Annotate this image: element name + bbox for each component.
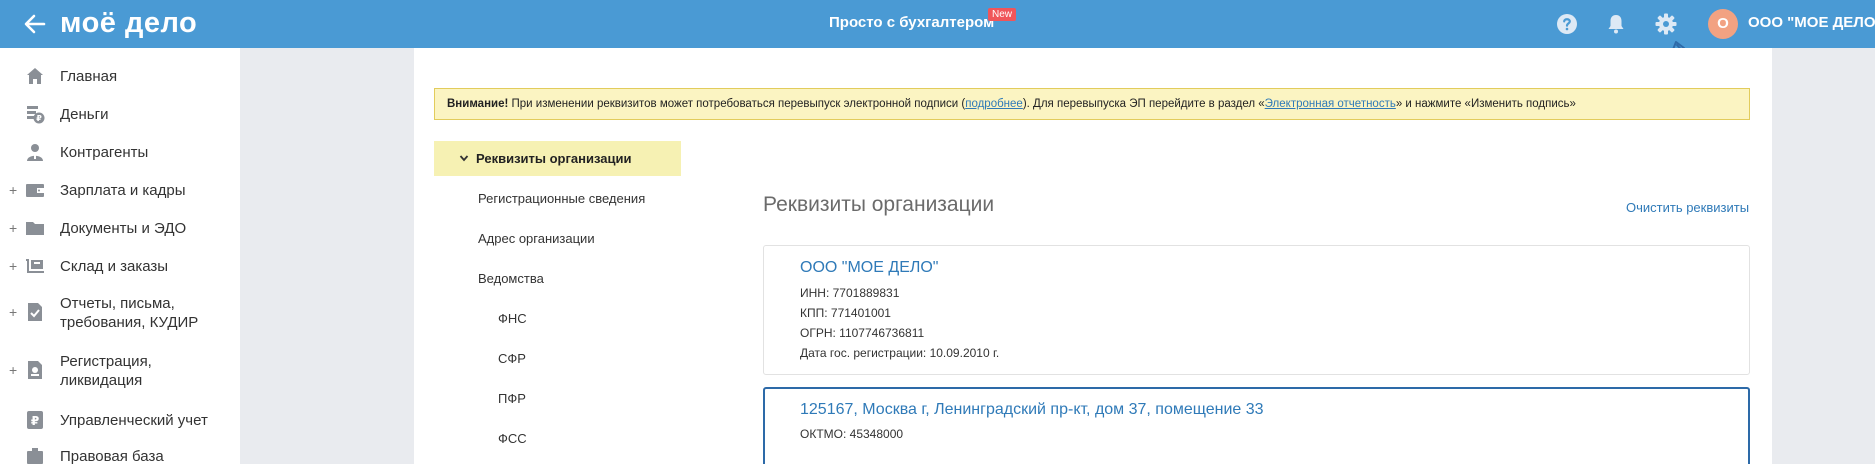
avatar[interactable]: О [1708,9,1738,39]
sidebar-item-label: Управленческий учет [60,412,208,429]
expand-plus-icon[interactable]: + [9,182,17,198]
subnav-item-fss[interactable]: ФСС [498,431,527,446]
new-badge: New [988,8,1017,21]
warning-text: » и нажмите «Изменить подпись» [1395,98,1576,110]
money-icon: ₽ [27,106,45,124]
registration-date-text: Дата гос. регистрации: 10.09.2010 г. [800,346,1000,360]
warning-text: ). Для перевыпуска ЭП перейдите в раздел… [1022,98,1265,110]
svg-text:₽: ₽ [36,114,42,123]
more-info-link[interactable]: подробнее [965,98,1023,110]
sidebar-item-home[interactable]: Главная [0,66,240,90]
address-card[interactable]: 125167, Москва г, Ленинградский пр-кт, д… [763,387,1750,464]
law-icon [27,448,43,464]
subnav-active-label: Реквизиты организации [476,151,632,166]
subnav-item-registration[interactable]: Регистрационные сведения [478,191,645,206]
sidebar-item-law[interactable]: Правовая база [0,446,240,464]
reports-icon [28,303,42,321]
organization-name-link[interactable]: ООО "МОЕ ДЕЛО" [800,259,938,277]
subnav-item-fns[interactable]: ФНС [498,311,527,326]
sidebar-item-label: Отчеты, письма, требования, КУДИР [60,295,199,331]
sidebar-item-label: Контрагенты [60,144,149,161]
address-link[interactable]: 125167, Москва г, Ленинградский пр-кт, д… [800,401,1264,419]
sidebar-item-label: Главная [60,68,118,85]
sidebar-item-label: Правовая база [60,448,164,464]
sidebar-item-registration[interactable]: + Регистрация, ликвидация [0,352,240,392]
bell-icon[interactable] [1604,12,1628,36]
organization-card[interactable]: ООО "МОЕ ДЕЛО" ИНН: 7701889831 КПП: 7714… [763,245,1750,375]
warning-banner: Внимание! При изменении реквизитов может… [434,88,1750,120]
expand-plus-icon[interactable]: + [9,220,17,236]
page-title: Реквизиты организации [763,193,995,216]
expand-plus-icon[interactable]: + [9,362,17,378]
sidebar-item-money[interactable]: ₽ Деньги [0,104,240,128]
sidebar-item-management[interactable]: ₽ Управленческий учет [0,410,240,434]
sidebar: Главная ₽ Деньги Контрагенты + Зарплата … [0,48,240,464]
warehouse-icon [26,259,44,273]
top-bar: моё дело Просто с бухгалтером New О ООО … [0,0,1875,48]
help-icon[interactable] [1555,12,1579,36]
sidebar-item-label: Деньги [60,106,109,123]
sidebar-item-documents[interactable]: + Документы и ЭДО [0,218,240,242]
management-icon: ₽ [27,411,43,429]
subnav-item-address[interactable]: Адрес организации [478,231,595,246]
sidebar-item-label: Регистрация, ликвидация [60,353,152,389]
logo[interactable]: моё дело [60,7,197,40]
clear-requisites-link[interactable]: Очистить реквизиты [1626,200,1749,215]
organization-name[interactable]: ООО "МОЕ ДЕЛО" [1748,14,1875,31]
main-content: Внимание! При изменении реквизитов может… [414,48,1772,464]
kpp-text: КПП: 771401001 [800,306,891,320]
ogrn-text: ОГРН: 1107746736811 [800,326,925,340]
expand-plus-icon[interactable]: + [9,304,17,320]
registration-icon [28,361,42,379]
back-arrow-icon[interactable] [22,11,48,37]
accountant-service-link[interactable]: Просто с бухгалтером [829,14,994,31]
sidebar-item-warehouse[interactable]: + Склад и заказы [0,256,240,280]
gear-icon[interactable] [1654,12,1678,36]
sidebar-item-label: Зарплата и кадры [60,182,186,199]
contractors-icon [27,144,43,161]
subnav-item-requisites[interactable]: Реквизиты организации [434,141,681,176]
sidebar-item-label: Склад и заказы [60,258,169,275]
sidebar-item-label: Документы и ЭДО [60,220,187,237]
warning-text: При изменении реквизитов может потребова… [508,98,966,110]
sidebar-item-reports[interactable]: + Отчеты, письма, требования, КУДИР [0,294,240,334]
folder-icon [26,222,44,235]
subnav-item-sfr[interactable]: СФР [498,351,526,366]
expand-plus-icon[interactable]: + [9,258,17,274]
home-icon [27,68,43,84]
electronic-reporting-link[interactable]: Электронная отчетность [1265,98,1396,110]
subnav-item-pfr[interactable]: ПФР [498,391,526,406]
sidebar-item-salary[interactable]: + Зарплата и кадры [0,180,240,204]
chevron-down-icon [459,155,469,162]
svg-text:₽: ₽ [31,414,39,428]
warning-bold: Внимание! [447,98,509,110]
oktmo-text: ОКТМО: 45348000 [800,427,904,441]
sidebar-item-contractors[interactable]: Контрагенты [0,142,240,166]
inn-text: ИНН: 7701889831 [800,286,900,300]
subnav-item-agencies[interactable]: Ведомства [478,271,544,286]
salary-icon [26,184,44,197]
